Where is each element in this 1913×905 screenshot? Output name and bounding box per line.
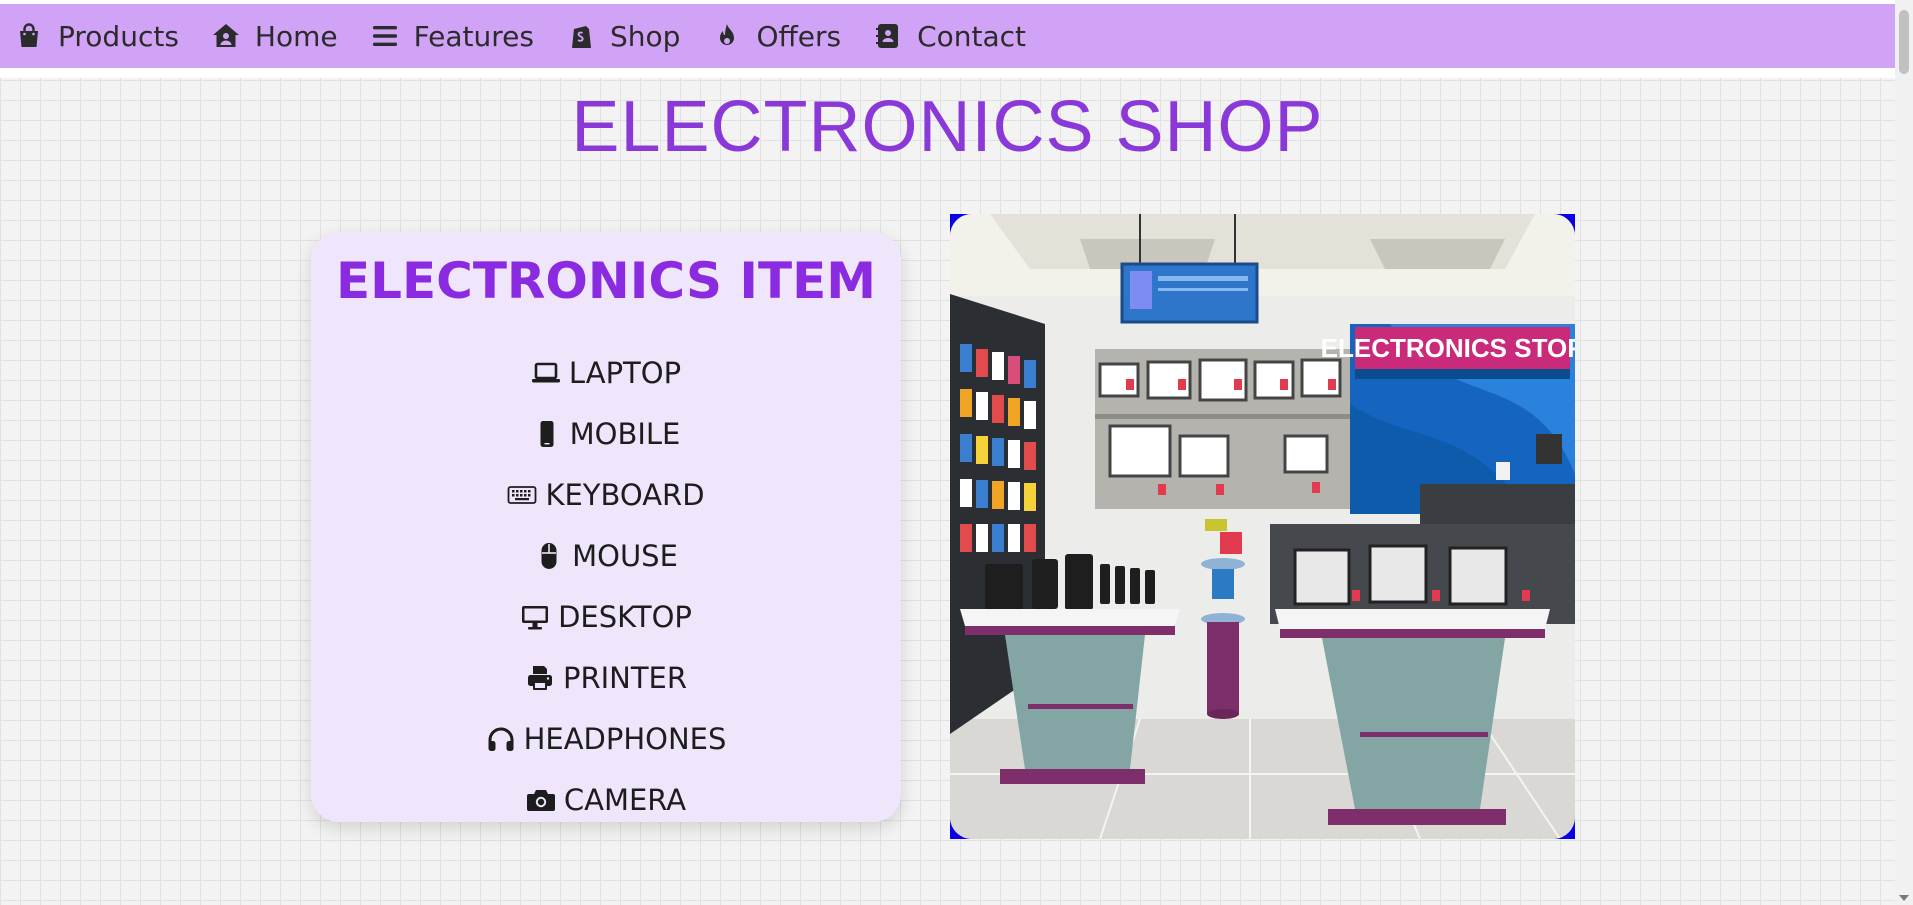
nav-home-label: Home — [254, 19, 338, 53]
scrollbar-thumb[interactable] — [1899, 10, 1909, 74]
nav-features[interactable]: Features — [370, 20, 534, 53]
vertical-scrollbar[interactable] — [1895, 0, 1913, 905]
list-item-label: PRINTER — [562, 660, 688, 695]
nav-features-label: Features — [413, 19, 534, 53]
nav-products-label: Products — [58, 19, 179, 53]
list-item-label: HEADPHONES — [523, 721, 727, 756]
nav-contact-label: Contact — [917, 19, 1027, 53]
list-item-camera[interactable]: CAMERA — [311, 769, 901, 830]
nav-contact[interactable]: Contact — [873, 20, 1026, 53]
store-sign-text: ELECTRONICS STORE — [1321, 333, 1575, 363]
page-title: ELECTRONICS SHOP — [571, 87, 1324, 167]
list-item-headphones[interactable]: HEADPHONES — [311, 708, 901, 769]
list-item-keyboard[interactable]: KEYBOARD — [311, 464, 901, 525]
nav-shop-label: Shop — [610, 19, 681, 53]
scroll-down-arrow-icon[interactable] — [1899, 895, 1909, 901]
list-item-label: KEYBOARD — [545, 477, 705, 512]
item-list: LAPTOP MOBILE KEYBOARD MOUSE DESKTOP PRI… — [311, 342, 901, 830]
camera-icon — [526, 785, 556, 815]
house-user-icon — [211, 21, 241, 51]
printer-icon — [525, 663, 555, 693]
address-book-icon — [873, 21, 903, 51]
headphones-icon — [486, 724, 516, 754]
nav-shop[interactable]: Shop — [566, 20, 680, 53]
bars-icon — [370, 21, 400, 51]
store-illustration: ELECTRONICS STORE — [950, 214, 1575, 839]
nav-offers[interactable]: Offers — [712, 20, 841, 53]
list-item-mouse[interactable]: MOUSE — [311, 525, 901, 586]
list-item-laptop[interactable]: LAPTOP — [311, 342, 901, 403]
shopify-icon — [566, 21, 596, 51]
card-title: ELECTRONICS ITEM — [335, 252, 877, 310]
laptop-icon — [531, 358, 561, 388]
electronics-store-image: ELECTRONICS STORE — [950, 214, 1575, 839]
list-item-printer[interactable]: PRINTER — [311, 647, 901, 708]
list-item-desktop[interactable]: DESKTOP — [311, 586, 901, 647]
navbar-gap — [0, 68, 1895, 78]
list-item-label: MOUSE — [572, 538, 678, 573]
top-navbar: Products Home Features Shop Offers Conta… — [0, 4, 1895, 68]
list-item-label: MOBILE — [569, 416, 681, 451]
list-item-label: LAPTOP — [568, 355, 682, 390]
keyboard-icon — [507, 480, 537, 510]
mobile-icon — [532, 419, 562, 449]
list-item-label: CAMERA — [563, 782, 687, 817]
electronics-item-card: ELECTRONICS ITEM LAPTOP MOBILE KEYBOARD … — [311, 232, 901, 822]
nav-products[interactable]: Products — [14, 20, 179, 53]
nav-home[interactable]: Home — [211, 20, 338, 53]
fire-icon — [712, 21, 742, 51]
nav-offers-label: Offers — [756, 19, 842, 53]
list-item-mobile[interactable]: MOBILE — [311, 403, 901, 464]
shopping-bag-icon — [14, 21, 44, 51]
list-item-label: DESKTOP — [558, 599, 692, 634]
desktop-icon — [520, 602, 550, 632]
mouse-icon — [534, 541, 564, 571]
